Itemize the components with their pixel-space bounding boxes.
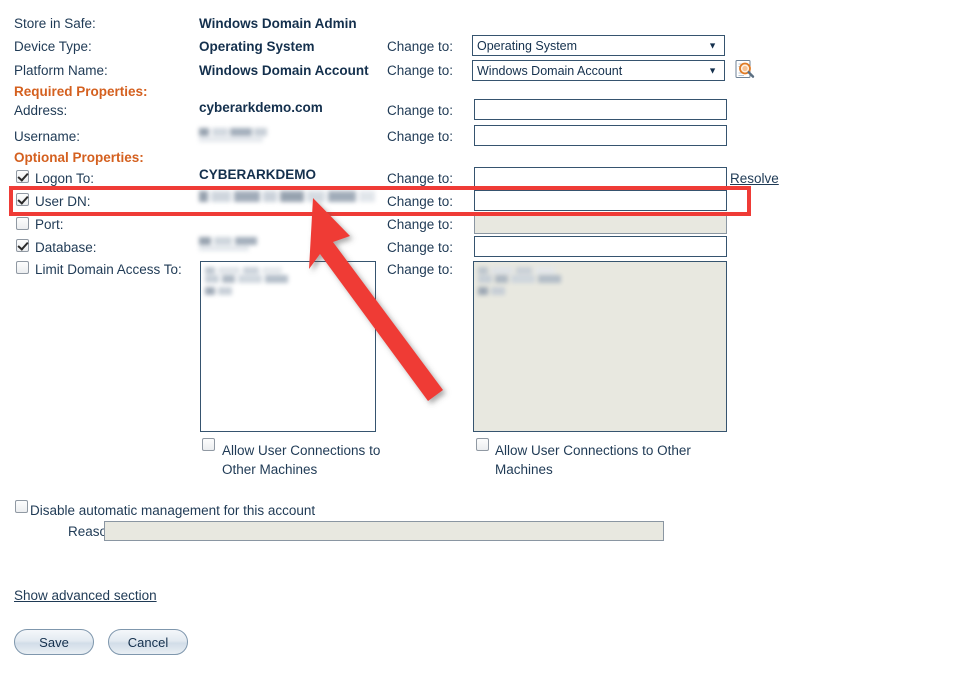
device-type-select[interactable]: Operating System ▼ (472, 35, 725, 56)
document-search-icon[interactable] (734, 59, 756, 81)
platform-name-select-value: Windows Domain Account (477, 63, 623, 78)
redacted-value-user-dn (199, 190, 381, 205)
database-change-input[interactable] (474, 236, 727, 257)
label-disable-automatic-management: Disable automatic management for this ac… (30, 503, 316, 518)
device-type-select-value: Operating System (477, 38, 578, 53)
platform-name-select[interactable]: Windows Domain Account ▼ (472, 60, 725, 81)
value-logon-to: CYBERARKDEMO (199, 167, 317, 182)
change-to-label-device-type: Change to: (387, 39, 454, 54)
change-to-label-limit-domain-access: Change to: (387, 262, 454, 277)
change-to-label-port: Change to: (387, 217, 454, 232)
change-to-label-username: Change to: (387, 129, 454, 144)
checkbox-allow-connections-change[interactable] (476, 438, 489, 451)
checkbox-logon-to[interactable] (16, 170, 29, 183)
checkbox-database[interactable] (16, 239, 29, 252)
reason-input[interactable] (104, 521, 664, 541)
label-port: Port: (35, 217, 64, 232)
label-device-type: Device Type: (14, 39, 92, 54)
limit-domain-access-textarea-change[interactable] (473, 261, 727, 432)
section-header-optional: Optional Properties: (14, 150, 144, 165)
resolve-link[interactable]: Resolve (730, 171, 779, 186)
label-store-in-safe: Store in Safe: (14, 16, 96, 31)
username-change-input[interactable] (474, 125, 727, 146)
label-allow-connections-change: Allow User Connections to Other Machines (495, 443, 691, 477)
checkbox-user-dn[interactable] (16, 193, 29, 206)
label-limit-domain-access: Limit Domain Access To: (35, 262, 182, 277)
label-allow-connections-current: Allow User Connections to Other Machines (222, 443, 381, 477)
change-to-label-database: Change to: (387, 240, 454, 255)
change-to-label-platform-name: Change to: (387, 63, 454, 78)
value-store-in-safe: Windows Domain Admin (199, 16, 357, 31)
label-user-dn: User DN: (35, 194, 91, 209)
port-change-input[interactable] (474, 213, 727, 234)
label-platform-name: Platform Name: (14, 63, 108, 78)
save-button[interactable]: Save (14, 629, 94, 655)
checkbox-allow-connections-current[interactable] (202, 438, 215, 451)
user-dn-change-input[interactable] (474, 190, 727, 211)
value-address: cyberarkdemo.com (199, 100, 323, 115)
redacted-textarea-content-left (205, 266, 293, 296)
limit-domain-access-textarea-current[interactable] (200, 261, 376, 432)
checkbox-disable-automatic-management[interactable] (15, 500, 28, 513)
label-address: Address: (14, 103, 68, 118)
label-database: Database: (35, 240, 97, 255)
redacted-value-database (199, 236, 261, 252)
value-platform-name: Windows Domain Account (199, 63, 369, 78)
change-to-label-user-dn: Change to: (387, 194, 454, 209)
redacted-value-username (199, 126, 269, 142)
checkbox-port[interactable] (16, 217, 29, 230)
cancel-button[interactable]: Cancel (108, 629, 188, 655)
label-username: Username: (14, 129, 81, 144)
chevron-down-icon: ▼ (708, 40, 717, 50)
value-device-type: Operating System (199, 39, 315, 54)
change-to-label-logon-to: Change to: (387, 171, 454, 186)
chevron-down-icon: ▼ (708, 65, 717, 75)
address-change-input[interactable] (474, 99, 727, 120)
change-to-label-address: Change to: (387, 103, 454, 118)
show-advanced-section-link[interactable]: Show advanced section (14, 588, 157, 603)
section-header-required: Required Properties: (14, 84, 148, 99)
account-edit-form: Store in Safe: Windows Domain Admin Devi… (0, 0, 979, 685)
logon-to-change-input[interactable] (474, 167, 727, 188)
checkbox-limit-domain-access[interactable] (16, 261, 29, 274)
redacted-textarea-content-right (478, 266, 566, 296)
label-logon-to: Logon To: (35, 171, 95, 186)
